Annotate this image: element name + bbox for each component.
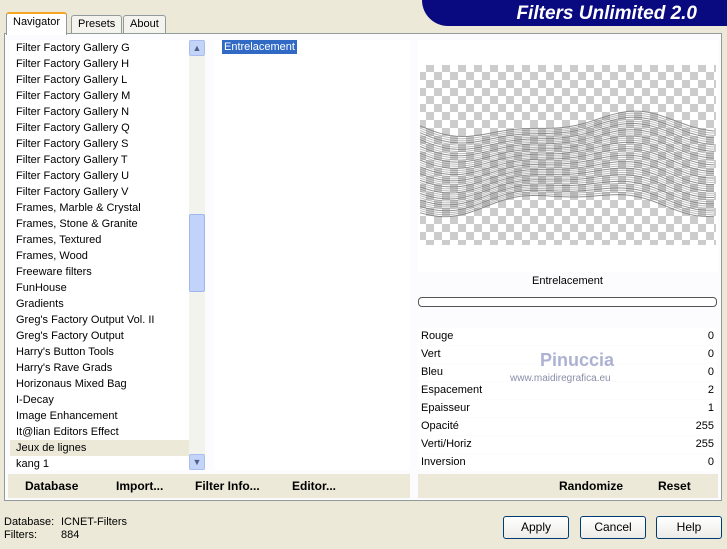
param-label: Rouge <box>421 330 454 342</box>
category-item[interactable]: Filter Factory Gallery U <box>10 168 189 184</box>
category-item[interactable]: Filter Factory Gallery M <box>10 88 189 104</box>
param-row[interactable]: Verti/Horiz 255 <box>418 436 717 453</box>
progress-bar <box>418 297 717 307</box>
param-row[interactable]: Inversion 0 <box>418 454 717 471</box>
database-button[interactable]: Database <box>25 479 78 493</box>
category-item[interactable]: Filter Factory Gallery T <box>10 152 189 168</box>
scroll-thumb[interactable] <box>189 214 205 292</box>
param-label: Vert <box>421 348 441 360</box>
param-label: Espacement <box>421 384 483 396</box>
param-value[interactable]: 255 <box>696 436 714 453</box>
cancel-button[interactable]: Cancel <box>580 516 646 539</box>
randomize-button[interactable]: Randomize <box>559 479 623 493</box>
tab-about[interactable]: About <box>123 15 166 34</box>
app-title-banner: Filters Unlimited 2.0 <box>422 0 727 26</box>
param-value[interactable]: 0 <box>708 328 714 345</box>
category-scrollbar[interactable]: ▲ ▼ <box>189 40 205 470</box>
category-item[interactable]: Filter Factory Gallery S <box>10 136 189 152</box>
scroll-up-button[interactable]: ▲ <box>189 40 205 56</box>
param-label: Epaisseur <box>421 402 470 414</box>
left-toolbar: Database Import... Filter Info... Editor… <box>8 474 410 498</box>
tab-presets[interactable]: Presets <box>71 15 123 34</box>
filters-label: Filters: <box>4 529 37 541</box>
right-toolbar: Randomize Reset <box>418 474 718 498</box>
category-item[interactable]: Freeware filters <box>10 264 189 280</box>
category-list[interactable]: Filter Factory Gallery G Filter Factory G… <box>10 40 189 470</box>
import-button[interactable]: Import... <box>116 479 163 493</box>
category-item[interactable]: Frames, Marble & Crystal <box>10 200 189 216</box>
filters-count: 884 <box>61 529 80 541</box>
category-item[interactable]: FunHouse <box>10 280 189 296</box>
param-value[interactable]: 1 <box>708 400 714 417</box>
category-item[interactable]: Filter Factory Gallery Q <box>10 120 189 136</box>
category-item[interactable]: Harry's Rave Grads <box>10 360 189 376</box>
param-label: Verti/Horiz <box>421 438 472 450</box>
category-item[interactable]: Gradients <box>10 296 189 312</box>
param-label: Inversion <box>421 456 466 468</box>
category-item[interactable]: Greg's Factory Output <box>10 328 189 344</box>
preview-image <box>419 65 716 245</box>
param-label: Opacité <box>421 420 459 432</box>
category-item[interactable]: It@lian Editors Effect <box>10 424 189 440</box>
filter-name-label: Entrelacement <box>532 275 603 287</box>
category-item[interactable]: Harry's Button Tools <box>10 344 189 360</box>
editor-button[interactable]: Editor... <box>292 479 336 493</box>
category-item[interactable]: Jeux de lignes <box>10 440 189 456</box>
param-value[interactable]: 0 <box>708 454 714 471</box>
preview-area <box>418 40 718 272</box>
category-item[interactable]: Filter Factory Gallery V <box>10 184 189 200</box>
param-row[interactable]: Espacement 2 <box>418 382 717 399</box>
filter-info-button[interactable]: Filter Info... <box>195 479 260 493</box>
category-item[interactable]: Filter Factory Gallery H <box>10 56 189 72</box>
param-value[interactable]: 255 <box>696 418 714 435</box>
category-item[interactable]: Frames, Textured <box>10 232 189 248</box>
database-value: ICNET-Filters <box>61 516 127 528</box>
filter-item-selected[interactable]: Entrelacement <box>222 40 297 54</box>
category-item[interactable]: Frames, Wood <box>10 248 189 264</box>
database-label: Database: <box>4 516 55 528</box>
category-item[interactable]: Filter Factory Gallery L <box>10 72 189 88</box>
param-value[interactable]: 0 <box>708 346 714 363</box>
help-button[interactable]: Help <box>656 516 722 539</box>
category-item[interactable]: Horizonaus Mixed Bag <box>10 376 189 392</box>
apply-button[interactable]: Apply <box>503 516 569 539</box>
param-value[interactable]: 2 <box>708 382 714 399</box>
param-row[interactable]: Rouge 0 <box>418 328 717 345</box>
category-item[interactable]: Greg's Factory Output Vol. II <box>10 312 189 328</box>
reset-button[interactable]: Reset <box>658 479 691 493</box>
param-row[interactable]: Epaisseur 1 <box>418 400 717 417</box>
watermark-url: www.maidiregrafica.eu <box>510 373 611 384</box>
category-item[interactable]: Frames, Stone & Granite <box>10 216 189 232</box>
category-item[interactable]: Image Enhancement <box>10 408 189 424</box>
watermark-name: Pinuccia <box>540 350 615 370</box>
param-row[interactable]: Opacité 255 <box>418 418 717 435</box>
category-item[interactable]: kang 1 <box>10 456 189 470</box>
param-value[interactable]: 0 <box>708 364 714 381</box>
tab-navigator[interactable]: Navigator <box>6 12 68 35</box>
scroll-down-button[interactable]: ▼ <box>189 454 205 470</box>
category-item[interactable]: I-Decay <box>10 392 189 408</box>
category-item[interactable]: Filter Factory Gallery N <box>10 104 189 120</box>
filter-list[interactable]: Entrelacement <box>214 40 410 470</box>
category-item[interactable]: Filter Factory Gallery G <box>10 40 189 56</box>
param-label: Bleu <box>421 366 444 378</box>
